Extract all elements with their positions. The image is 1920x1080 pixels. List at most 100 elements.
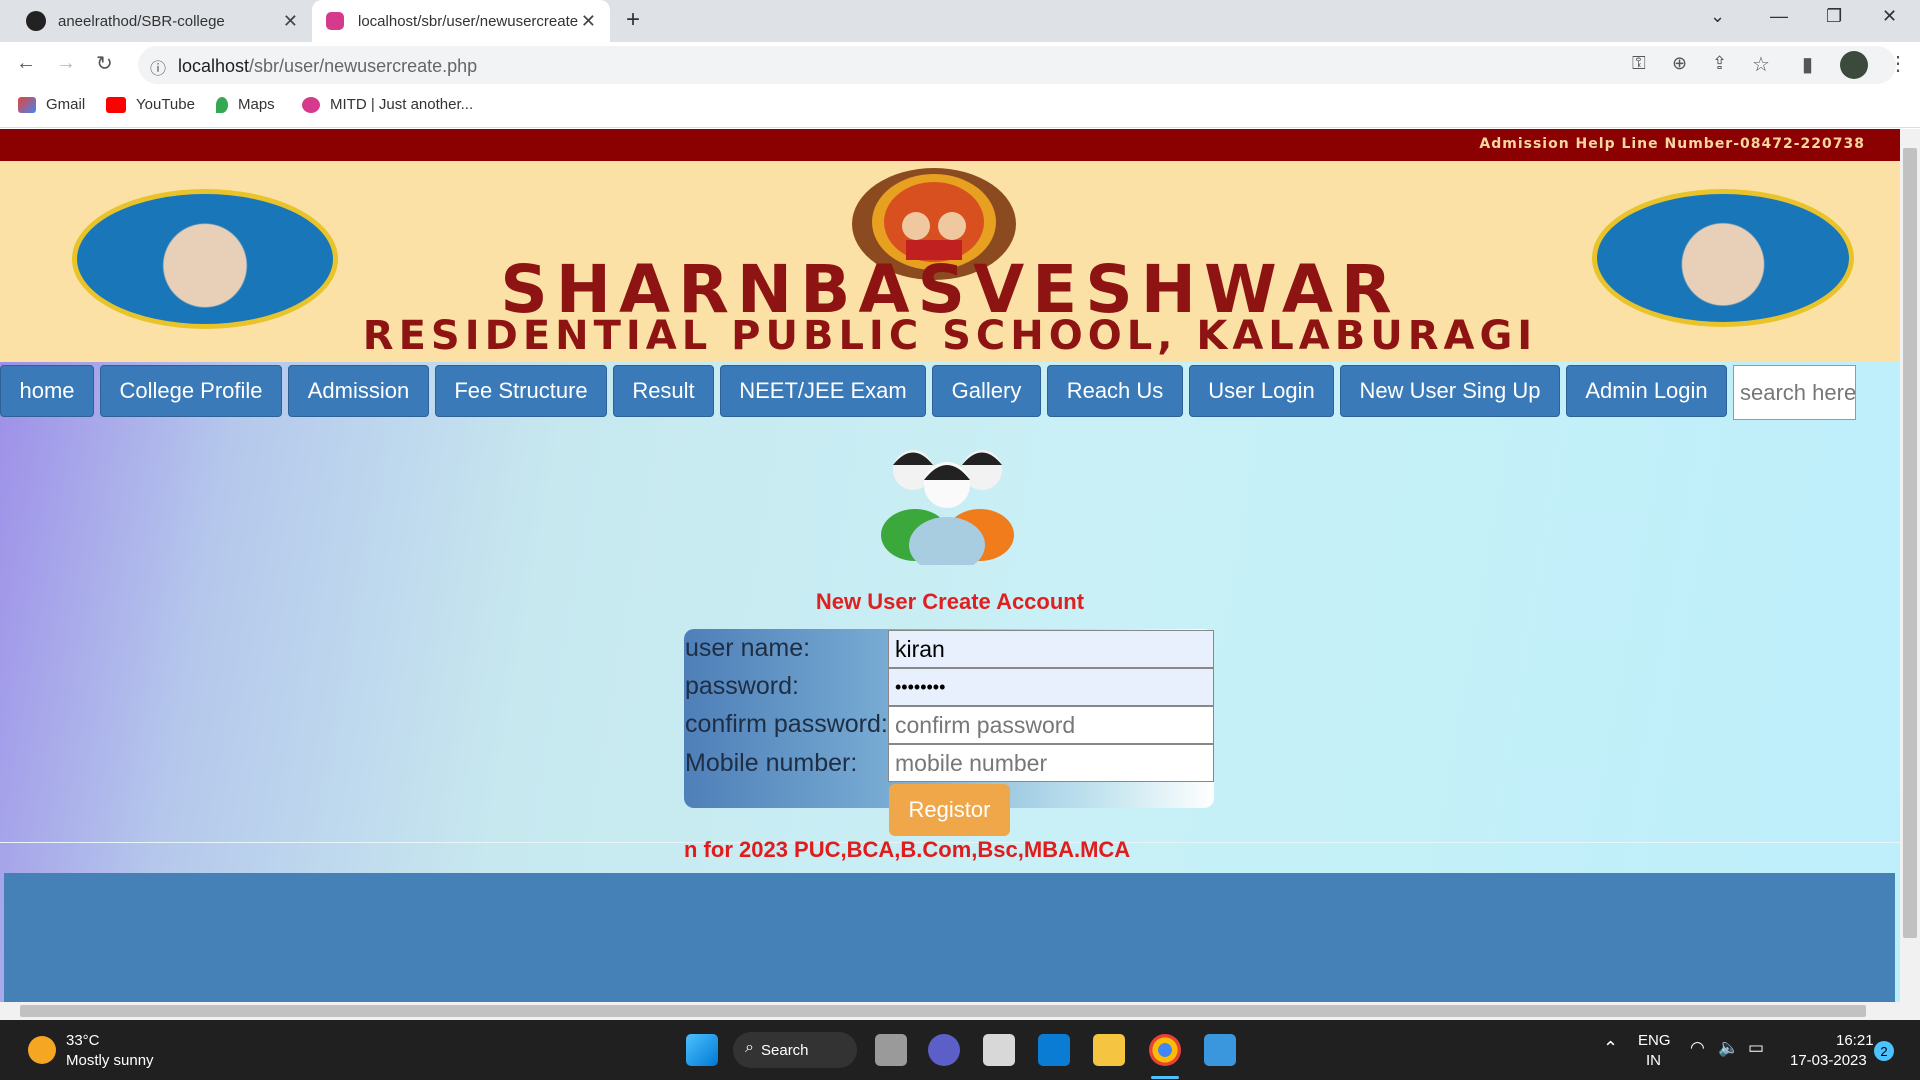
helpline-text: Admission Help Line Number-08472-220738 — [1479, 136, 1865, 152]
profile-avatar[interactable] — [1840, 51, 1868, 79]
notification-badge[interactable]: 2 — [1874, 1041, 1894, 1061]
tab-strip: aneelrathod/SBR-college ✕ localhost/sbr/… — [0, 0, 1920, 42]
bookmark-star-icon[interactable]: ☆ — [1752, 52, 1770, 77]
tab-search-icon[interactable]: ⌄ — [1710, 6, 1725, 27]
notepad-icon[interactable] — [983, 1034, 1015, 1066]
confirm-password-input[interactable]: confirm password — [888, 706, 1214, 744]
clock-time[interactable]: 16:21 — [1836, 1032, 1874, 1049]
windows-start-icon[interactable] — [686, 1034, 718, 1066]
url-text[interactable]: localhost/sbr/user/newusercreate.php — [178, 56, 477, 77]
tab-title: aneelrathod/SBR-college — [58, 12, 225, 30]
school-subtitle: RESIDENTIAL PUBLIC SCHOOL, KALABURAGI — [362, 313, 1538, 359]
close-tab-icon[interactable]: ✕ — [283, 11, 298, 32]
address-bar[interactable]: ⓘ localhost/sbr/user/newusercreate.php ⚿… — [138, 46, 1896, 84]
nav-fee-structure[interactable]: Fee Structure — [435, 365, 607, 417]
search-icon: ⌕ — [745, 1039, 754, 1056]
mitd-icon — [302, 96, 320, 113]
github-icon — [26, 11, 46, 31]
bookmark-maps[interactable]: Maps — [216, 96, 275, 113]
side-panel-icon[interactable]: ▮ — [1802, 52, 1813, 77]
bookmark-label: Maps — [238, 96, 275, 113]
close-window-icon[interactable]: ✕ — [1882, 6, 1897, 27]
photos-icon[interactable] — [1204, 1034, 1236, 1066]
menu-icon[interactable]: ⋮ — [1888, 51, 1908, 76]
nav-reach-us[interactable]: Reach Us — [1047, 365, 1183, 417]
password-input[interactable]: •••••••• — [888, 668, 1214, 706]
scroll-corner — [1900, 1002, 1920, 1020]
gmail-icon — [18, 96, 36, 113]
web-page: Admission Help Line Number-08472-220738 … — [0, 129, 1900, 1002]
form-title: New User Create Account — [815, 589, 1085, 614]
language-region[interactable]: IN — [1646, 1052, 1661, 1069]
url-path: /sbr/user/newusercreate.php — [249, 56, 478, 76]
nav-admin-login[interactable]: Admin Login — [1566, 365, 1727, 417]
volume-icon[interactable]: 🔈 — [1718, 1038, 1739, 1058]
mobile-number-input[interactable]: mobile number — [888, 744, 1214, 782]
bookmark-mitd[interactable]: MITD | Just another... — [302, 96, 473, 113]
back-icon[interactable]: ← — [16, 52, 36, 75]
taskbar-search[interactable]: ⌕ Search — [733, 1032, 857, 1068]
page-footer — [4, 873, 1895, 1002]
search-input[interactable]: search here — [1733, 365, 1856, 420]
restore-icon[interactable]: ❐ — [1826, 6, 1842, 27]
nav-gallery[interactable]: Gallery — [932, 365, 1041, 417]
username-input[interactable]: kiran — [888, 630, 1214, 668]
close-tab-icon[interactable]: ✕ — [581, 11, 596, 32]
weather-sun-icon[interactable] — [28, 1036, 56, 1064]
battery-icon[interactable]: ▭ — [1748, 1038, 1764, 1058]
nav-admission[interactable]: Admission — [288, 365, 429, 417]
vscode-icon[interactable] — [1038, 1034, 1070, 1066]
bookmark-gmail[interactable]: Gmail — [18, 96, 85, 113]
confirm-password-label: confirm password: — [685, 710, 888, 738]
task-view-icon[interactable] — [875, 1034, 907, 1066]
bookmarks-bar: Gmail YouTube Maps MITD | Just another..… — [0, 88, 1920, 128]
nav-user-login[interactable]: User Login — [1189, 365, 1334, 417]
share-icon[interactable]: ⇪ — [1712, 53, 1727, 74]
bookmark-label: YouTube — [136, 96, 195, 113]
admission-marquee: n for 2023 PUC,BCA,B.Com,Bsc,MBA.MCA — [684, 837, 1131, 862]
tab-github[interactable]: aneelrathod/SBR-college ✕ — [12, 0, 312, 42]
bookmark-label: MITD | Just another... — [330, 96, 474, 113]
bookmark-label: Gmail — [46, 96, 86, 113]
mobile-number-label: Mobile number: — [685, 749, 858, 777]
chrome-icon[interactable] — [1149, 1034, 1181, 1066]
forward-icon[interactable]: → — [56, 52, 76, 75]
password-label: password: — [685, 672, 799, 700]
minimize-icon[interactable]: — — [1770, 6, 1788, 27]
vertical-scroll-thumb[interactable] — [1903, 148, 1917, 938]
tab-newusercreate[interactable]: localhost/sbr/user/newusercreate.php ✕ — [312, 0, 610, 42]
language-code[interactable]: ENG — [1638, 1032, 1671, 1049]
weather-temperature[interactable]: 33°C — [66, 1032, 100, 1049]
site-info-icon[interactable]: ⓘ — [150, 55, 166, 79]
taskbar: 33°C Mostly sunny ⌕ Search ⌃ ENG IN ◠ 🔈 … — [0, 1020, 1920, 1080]
new-tab-icon[interactable]: + — [626, 6, 640, 34]
maps-pin-icon — [216, 96, 228, 113]
wifi-icon[interactable]: ◠ — [1690, 1038, 1705, 1058]
nav-result[interactable]: Result — [613, 365, 714, 417]
weather-condition[interactable]: Mostly sunny — [66, 1052, 154, 1069]
username-label: user name: — [685, 634, 811, 662]
active-app-indicator — [1151, 1076, 1179, 1079]
nav-college-profile[interactable]: College Profile — [100, 365, 282, 417]
nav-new-user-signup[interactable]: New User Sing Up — [1340, 365, 1560, 417]
helpline-strip: Admission Help Line Number-08472-220738 — [0, 129, 1900, 161]
file-explorer-icon[interactable] — [1093, 1034, 1125, 1066]
zoom-icon[interactable]: ⊕ — [1672, 53, 1687, 74]
url-host: localhost — [178, 56, 250, 76]
school-banner: SHARNBASVESHWAR RESIDENTIAL PUBLIC SCHOO… — [0, 161, 1900, 362]
tab-title: localhost/sbr/user/newusercreate.php — [358, 12, 578, 30]
teams-chat-icon[interactable] — [928, 1034, 960, 1066]
tray-chevron-icon[interactable]: ⌃ — [1603, 1038, 1618, 1059]
register-button[interactable]: Registor — [889, 784, 1010, 836]
site-icon — [326, 12, 344, 30]
nav-home[interactable]: home — [0, 365, 94, 417]
clock-date[interactable]: 17-03-2023 — [1790, 1052, 1867, 1069]
nav-neet-jee-exam[interactable]: NEET/JEE Exam — [720, 365, 926, 417]
users-group-icon — [881, 450, 1014, 565]
key-icon[interactable]: ⚿ — [1632, 53, 1646, 74]
bookmark-youtube[interactable]: YouTube — [106, 96, 195, 113]
horizontal-scroll-thumb[interactable] — [20, 1005, 1866, 1017]
reload-icon[interactable]: ↻ — [96, 51, 113, 76]
search-label: Search — [761, 1041, 809, 1059]
browser-toolbar: ← → ↻ ⓘ localhost/sbr/user/newusercreate… — [0, 42, 1920, 88]
